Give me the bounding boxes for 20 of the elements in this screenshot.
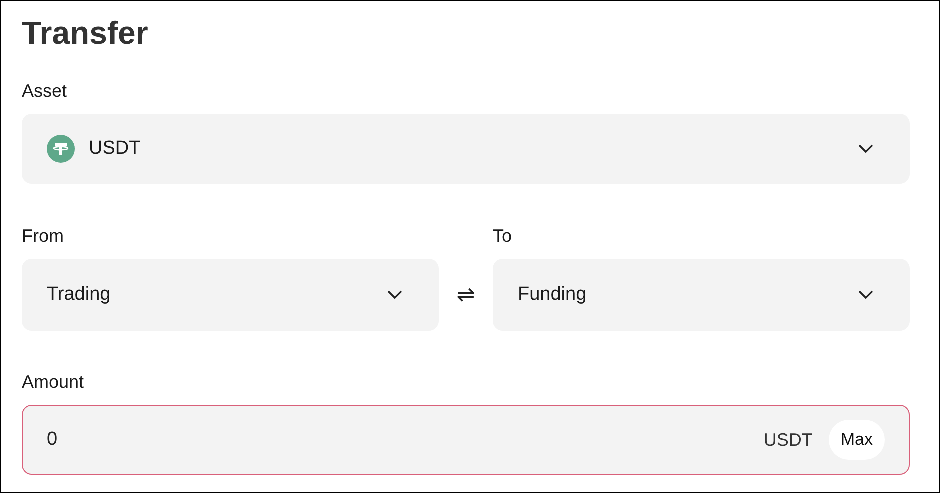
chevron-down-icon xyxy=(858,290,874,300)
field-label: To xyxy=(493,225,512,247)
from-value: Trading xyxy=(47,284,111,306)
page-title: Transfer xyxy=(22,14,148,53)
max-button[interactable]: Max xyxy=(828,420,885,460)
field-label: Amount xyxy=(22,371,84,393)
amount-value: 0 xyxy=(47,429,58,451)
amount-field[interactable]: 0 USDT Max xyxy=(22,405,910,475)
coin-icon xyxy=(47,135,75,163)
chevron-down-icon xyxy=(858,144,874,154)
to-value: Funding xyxy=(518,284,587,306)
field-label: Asset xyxy=(22,80,68,102)
swap-button[interactable]: ⇌ xyxy=(439,259,493,331)
chevron-down-icon xyxy=(387,290,403,300)
unit-label: USDT xyxy=(764,430,813,450)
asset-select[interactable]: USDT xyxy=(22,114,910,184)
to-select[interactable]: Funding xyxy=(493,259,910,331)
asset-value: USDT xyxy=(89,138,141,160)
from-select[interactable]: Trading xyxy=(22,259,439,331)
field-label: From xyxy=(22,225,64,247)
